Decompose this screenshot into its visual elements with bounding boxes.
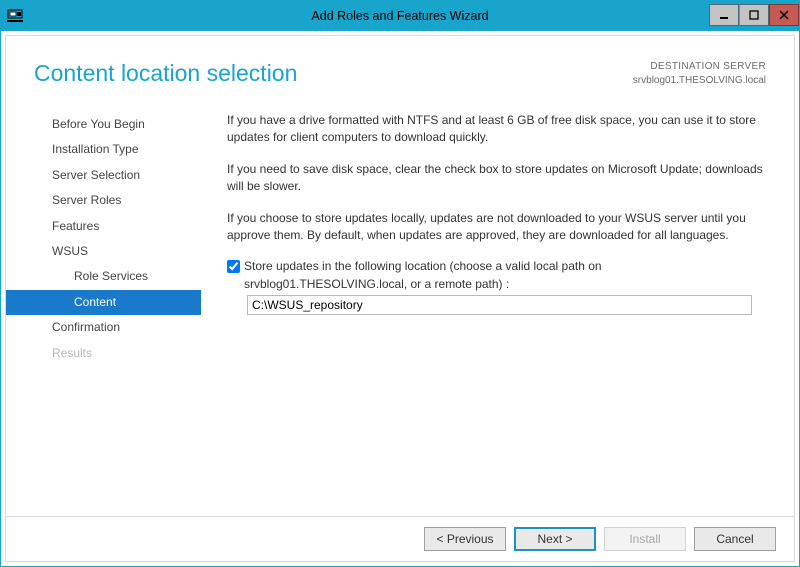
server-icon xyxy=(7,9,23,23)
store-updates-label-line1: Store updates in the following location … xyxy=(244,259,602,273)
maximize-button[interactable] xyxy=(739,4,769,26)
inner-frame: Content location selection DESTINATION S… xyxy=(5,35,795,562)
previous-button[interactable]: < Previous xyxy=(424,527,506,551)
install-button: Install xyxy=(604,527,686,551)
nav-item-role-services[interactable]: Role Services xyxy=(6,264,201,289)
header: Content location selection DESTINATION S… xyxy=(6,36,794,106)
window-icon xyxy=(1,1,29,31)
store-updates-checkbox[interactable] xyxy=(227,260,240,273)
info-paragraph-3: If you choose to store updates locally, … xyxy=(227,210,768,245)
nav-item-before-you-begin[interactable]: Before You Begin xyxy=(6,112,201,137)
main-panel: If you have a drive formatted with NTFS … xyxy=(201,106,768,516)
close-button[interactable] xyxy=(769,4,799,26)
page-title: Content location selection xyxy=(34,60,633,87)
store-updates-row: Store updates in the following location … xyxy=(227,258,768,293)
content-area: Before You BeginInstallation TypeServer … xyxy=(6,106,794,516)
destination-server: srvblog01.THESOLVING.local xyxy=(633,74,766,88)
nav-item-installation-type[interactable]: Installation Type xyxy=(6,137,201,162)
destination-block: DESTINATION SERVER srvblog01.THESOLVING.… xyxy=(633,60,766,88)
body-area: Content location selection DESTINATION S… xyxy=(1,31,799,566)
footer-bar: < Previous Next > Install Cancel xyxy=(6,516,794,561)
minimize-button[interactable] xyxy=(709,4,739,26)
info-paragraph-1: If you have a drive formatted with NTFS … xyxy=(227,112,768,147)
destination-label: DESTINATION SERVER xyxy=(633,60,766,74)
maximize-icon xyxy=(749,10,759,20)
nav-item-wsus[interactable]: WSUS xyxy=(6,239,201,264)
nav-item-features[interactable]: Features xyxy=(6,214,201,239)
window-controls xyxy=(709,5,799,27)
nav-item-confirmation[interactable]: Confirmation xyxy=(6,315,201,340)
cancel-button[interactable]: Cancel xyxy=(694,527,776,551)
store-updates-label-line2: srvblog01.THESOLVING.local, or a remote … xyxy=(244,277,509,291)
nav-item-server-selection[interactable]: Server Selection xyxy=(6,163,201,188)
content-path-input[interactable] xyxy=(247,295,752,315)
nav-item-server-roles[interactable]: Server Roles xyxy=(6,188,201,213)
titlebar: Add Roles and Features Wizard xyxy=(1,1,799,31)
close-icon xyxy=(779,10,789,20)
wizard-window: Add Roles and Features Wizard Content lo… xyxy=(0,0,800,567)
minimize-icon xyxy=(719,10,729,20)
nav-item-content[interactable]: Content xyxy=(6,290,201,315)
window-title: Add Roles and Features Wizard xyxy=(1,9,799,23)
nav-item-results: Results xyxy=(6,341,201,366)
next-button[interactable]: Next > xyxy=(514,527,596,551)
store-updates-label[interactable]: Store updates in the following location … xyxy=(244,258,602,293)
info-paragraph-2: If you need to save disk space, clear th… xyxy=(227,161,768,196)
wizard-nav: Before You BeginInstallation TypeServer … xyxy=(6,106,201,516)
